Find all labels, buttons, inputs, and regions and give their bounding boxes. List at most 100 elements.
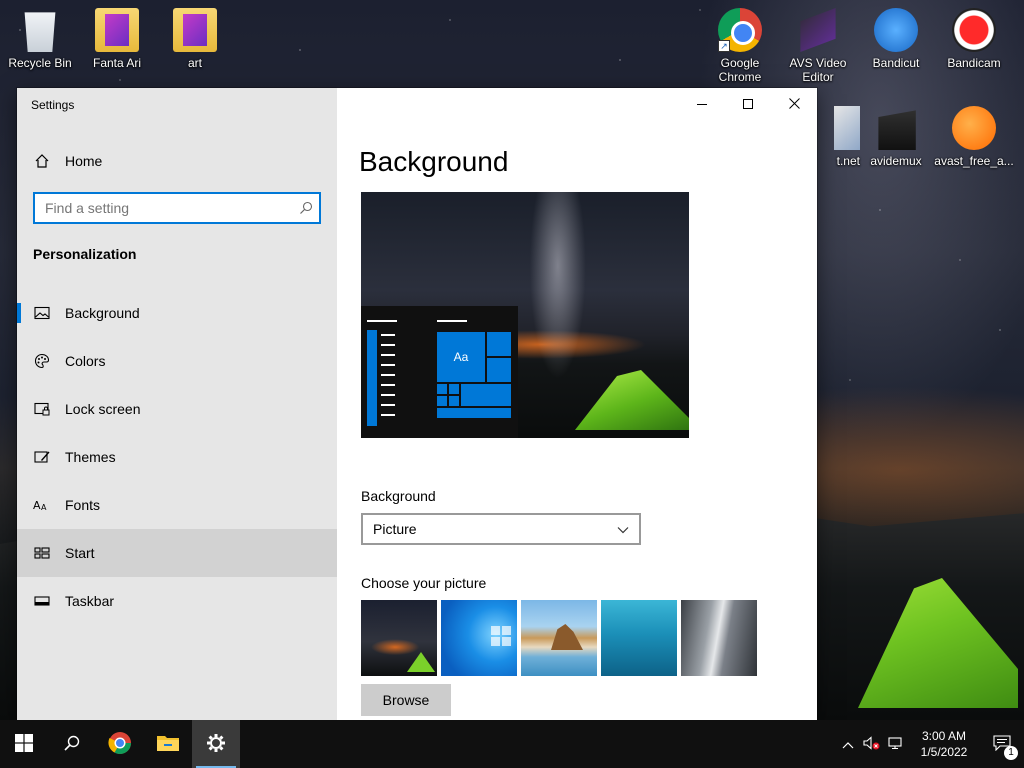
picture-icon [33, 306, 51, 320]
browse-button[interactable]: Browse [361, 684, 451, 716]
desktop-icon-avast[interactable]: avast_free_a... [934, 106, 1014, 168]
shortcut-arrow-icon: ↗ [718, 40, 730, 52]
sidebar-item-start[interactable]: Start [17, 529, 337, 577]
clock-date: 1/5/2022 [920, 745, 968, 759]
desktop-icon-label: Google Chrome [718, 56, 762, 84]
page-title: Background [359, 146, 509, 177]
desktop-icon-label: avast_free_a... [934, 154, 1014, 168]
sidebar-item-label: Taskbar [65, 593, 115, 609]
palette-icon [33, 353, 51, 369]
taskbar-file-explorer[interactable] [144, 720, 192, 768]
settings-content: Background Aa Background Picture Choose … [337, 88, 817, 720]
sidebar-home[interactable]: Home [17, 144, 337, 178]
bandicam-icon [952, 8, 996, 52]
windows-logo-icon [15, 733, 33, 755]
svg-text:A: A [41, 503, 47, 512]
dropdown-value: Picture [373, 521, 417, 537]
sidebar-item-lock-screen[interactable]: Lock screen [17, 385, 337, 433]
sidebar-item-fonts[interactable]: AA Fonts [17, 481, 337, 529]
desktop-icon-label: Recycle Bin [8, 56, 72, 70]
avs-video-editor-icon [800, 8, 836, 52]
background-type-label: Background [361, 488, 436, 504]
search-icon [63, 734, 81, 755]
sidebar-item-label: Start [65, 545, 95, 561]
desktop-icon-label: AVS Video Editor [789, 56, 847, 84]
sidebar-item-background[interactable]: Background [17, 289, 337, 337]
chrome-icon [108, 731, 132, 758]
taskbar-chrome[interactable] [96, 720, 144, 768]
desktop-icon-recycle-bin[interactable]: Recycle Bin [0, 8, 80, 70]
network-button[interactable] [884, 720, 908, 768]
sidebar-item-label: Colors [65, 353, 106, 369]
background-preview: Aa [361, 192, 689, 438]
sidebar-item-themes[interactable]: Themes [17, 433, 337, 481]
gear-icon [206, 733, 226, 756]
search-input[interactable] [35, 194, 293, 222]
svg-text:A: A [33, 499, 41, 512]
preview-tile: Aa [437, 332, 485, 382]
section-title: Personalization [33, 246, 137, 262]
desktop-icon-label: Fanta Ari [92, 56, 142, 70]
chrome-icon: ↗ [718, 8, 762, 52]
desktop-icon-bandicam[interactable]: Bandicam [934, 8, 1014, 70]
desktop-icon-art[interactable]: art [155, 8, 235, 70]
lock-screen-icon [33, 402, 51, 416]
network-icon [888, 736, 904, 753]
picture-thumbnail-5[interactable] [681, 600, 757, 676]
taskbar: 3:00 AM 1/5/2022 1 [0, 720, 1024, 768]
settings-window: Settings Home Personalization Background [17, 88, 817, 720]
preview-tent [575, 370, 689, 430]
desktop-icon-avidemux[interactable]: avidemux [856, 106, 936, 168]
sidebar-item-label: Fonts [65, 497, 101, 513]
choose-picture-label: Choose your picture [361, 575, 487, 591]
desktop-icon-label: Bandicut [872, 56, 920, 70]
notification-count-badge: 1 [1004, 746, 1018, 760]
settings-sidebar: Settings Home Personalization Background [17, 88, 337, 720]
taskbar-settings[interactable] [192, 720, 240, 768]
volume-muted-icon [863, 735, 881, 753]
clock-time: 3:00 AM [921, 729, 967, 743]
fonts-icon: AA [33, 498, 51, 512]
desktop-icon-label: art [187, 56, 202, 70]
search-box[interactable] [33, 192, 321, 224]
picture-thumbnail-2[interactable] [441, 600, 517, 676]
home-label: Home [65, 153, 103, 169]
sidebar-item-label: Themes [65, 449, 116, 465]
avast-icon [952, 106, 996, 150]
taskbar-clock[interactable]: 3:00 AM 1/5/2022 [908, 728, 980, 760]
avidemux-icon [878, 110, 916, 150]
action-center-button[interactable]: 1 [980, 720, 1024, 768]
preview-start-menu: Aa [361, 306, 518, 438]
desktop-icon-google-chrome[interactable]: ↗ Google Chrome [700, 8, 780, 84]
desktop-icon-avs-video-editor[interactable]: AVS Video Editor [778, 8, 858, 84]
system-tray: 3:00 AM 1/5/2022 1 [836, 720, 1024, 768]
sidebar-item-taskbar[interactable]: Taskbar [17, 577, 337, 625]
desktop-icon-bandicut[interactable]: Bandicut [856, 8, 936, 70]
sidebar-item-colors[interactable]: Colors [17, 337, 337, 385]
search-icon[interactable] [293, 201, 319, 215]
picture-thumbnails [361, 600, 757, 676]
recycle-bin-icon [24, 12, 56, 52]
volume-button[interactable] [860, 720, 884, 768]
picture-thumbnail-3[interactable] [521, 600, 597, 676]
folder-icon [173, 8, 217, 52]
window-title: Settings [31, 98, 75, 112]
folder-icon [95, 8, 139, 52]
show-hidden-icons-button[interactable] [836, 720, 860, 768]
chevron-down-icon [617, 521, 629, 537]
desktop-icon-label: avidemux [870, 154, 922, 168]
picture-thumbnail-1[interactable] [361, 600, 437, 676]
sidebar-item-label: Background [65, 305, 140, 321]
taskbar-search-button[interactable] [48, 720, 96, 768]
taskbar-icon [33, 595, 51, 607]
picture-thumbnail-4[interactable] [601, 600, 677, 676]
desktop-icon-fanta-ari[interactable]: Fanta Ari [77, 8, 157, 70]
bandicut-icon [874, 8, 918, 52]
sidebar-item-label: Lock screen [65, 401, 141, 417]
background-type-dropdown[interactable]: Picture [361, 513, 641, 545]
home-icon [33, 153, 51, 169]
folder-icon [156, 733, 180, 756]
themes-icon [33, 449, 51, 465]
start-button[interactable] [0, 720, 48, 768]
chevron-up-icon [842, 737, 854, 752]
